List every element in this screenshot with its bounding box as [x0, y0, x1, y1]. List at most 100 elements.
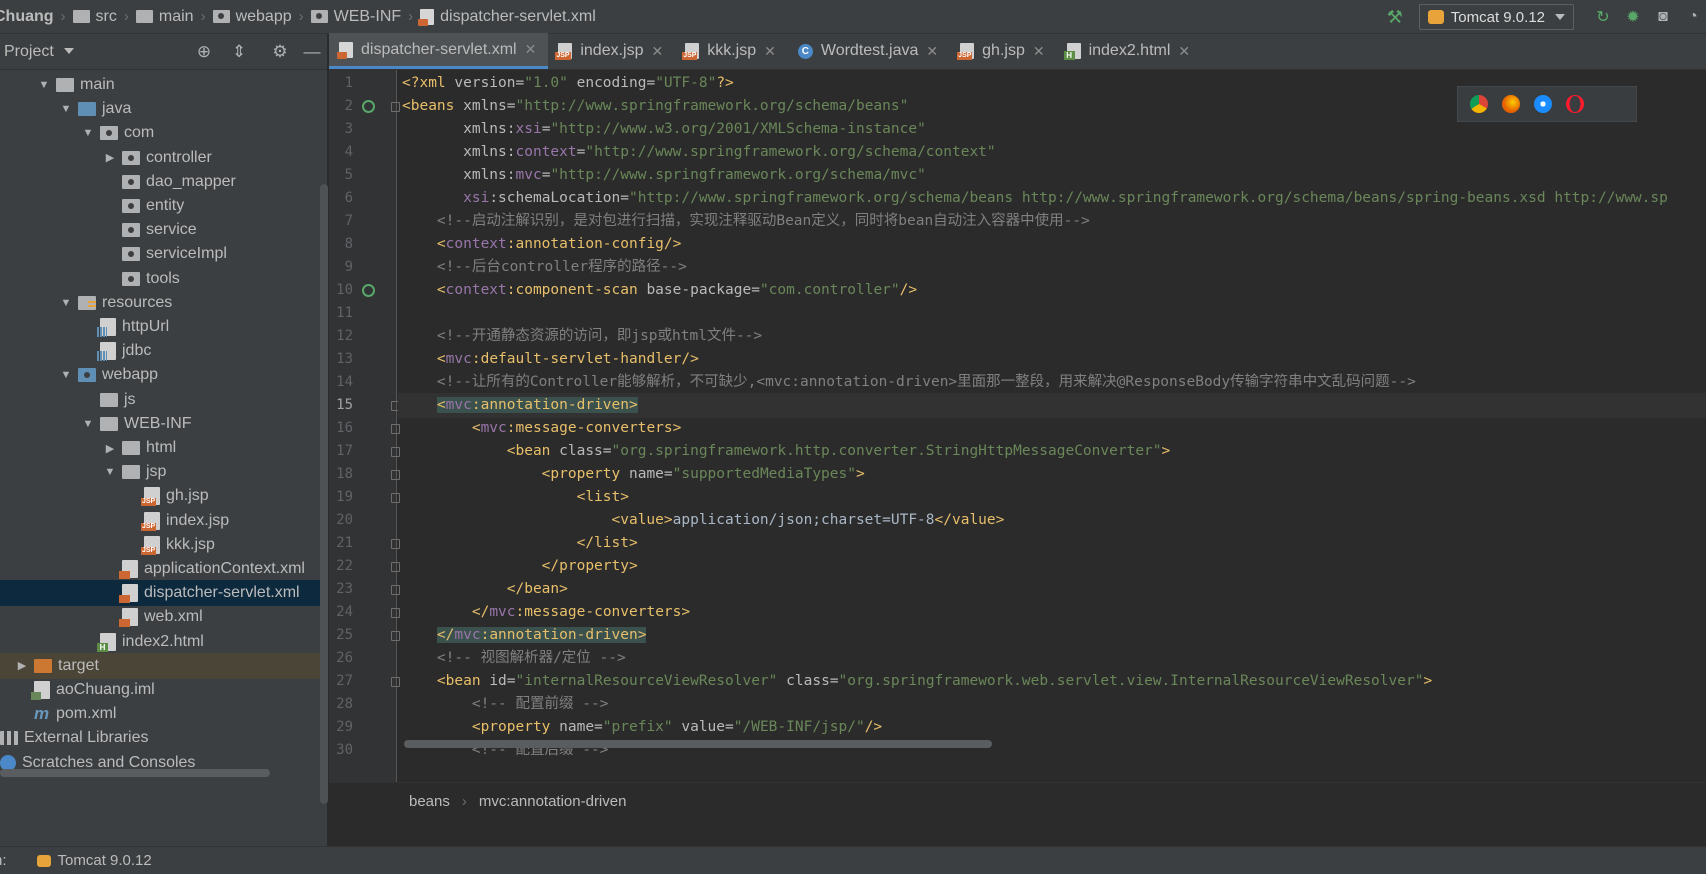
breadcrumb-item[interactable]: Chuang [0, 0, 54, 34]
tree-node-gh-jsp[interactable]: ▶gh.jsp [0, 483, 326, 509]
tree-node-web-xml[interactable]: ▶web.xml [0, 604, 326, 630]
close-icon[interactable]: ✕ [926, 43, 938, 60]
tab-wordtest-java[interactable]: C Wordtest.java ✕ [788, 33, 950, 69]
chevron-right-icon: › [408, 8, 414, 25]
tool-window-label: n: [0, 852, 7, 869]
close-icon[interactable]: ✕ [525, 41, 537, 58]
run-tab[interactable]: Tomcat 9.0.12 [36, 852, 152, 869]
tree-node-pom-xml[interactable]: ▶mpom.xml [0, 701, 326, 727]
opera-icon[interactable] [1566, 95, 1584, 113]
tree-node-html[interactable]: ▶ html [0, 435, 326, 461]
tree-node-label: applicationContext.xml [144, 560, 305, 577]
code-token: "1.0" [524, 75, 568, 91]
expand-arrow-right-icon[interactable]: ▶ [102, 151, 118, 164]
tree-node-index2-html[interactable]: ▶index2.html [0, 629, 326, 655]
tomcat-icon [1427, 10, 1444, 24]
close-icon[interactable]: ✕ [764, 43, 776, 60]
editor-breadcrumb-item[interactable]: mvc:annotation-driven [479, 793, 627, 810]
tree-node-main[interactable]: ▼ main [0, 72, 326, 98]
breadcrumb-item[interactable]: main [135, 0, 194, 34]
tree-node-httpurl[interactable]: ▶httpUrl [0, 314, 326, 340]
close-icon[interactable]: ✕ [652, 43, 664, 60]
tab-gh-jsp[interactable]: gh.jsp ✕ [950, 33, 1056, 69]
tree-node-java[interactable]: ▼ java [0, 96, 326, 122]
coverage-shield-icon[interactable]: ◙ [1650, 4, 1676, 30]
code-token: < [402, 351, 446, 367]
breadcrumb-item[interactable]: src [72, 0, 117, 34]
code-token: class= [559, 443, 612, 459]
expand-arrow-down-icon[interactable]: ▼ [36, 79, 52, 91]
debug-bug-icon[interactable]: ✹ [1620, 4, 1646, 30]
code-token: mvc [445, 397, 472, 413]
expand-arrow-down-icon[interactable]: ▼ [58, 297, 74, 309]
locate-target-icon[interactable]: ⊕ [192, 40, 216, 64]
expand-arrow-right-icon[interactable]: ▶ [14, 659, 30, 672]
tree-node-resources[interactable]: ▼ resources [0, 290, 326, 316]
breadcrumb-item[interactable]: WEB-INF [310, 0, 401, 34]
tree-node-serviceimpl[interactable]: ▶serviceImpl [0, 241, 326, 267]
line-number: 18 [336, 466, 353, 482]
tab-index-jsp[interactable]: index.jsp ✕ [548, 33, 675, 69]
expand-arrow-right-icon[interactable]: ▶ [102, 442, 118, 455]
expand-arrow-down-icon[interactable]: ▼ [80, 418, 96, 430]
code-token: mvc [445, 351, 472, 367]
run-configuration-dropdown[interactable]: Tomcat 9.0.12 [1418, 4, 1574, 30]
tree-node-jdbc[interactable]: ▶jdbc [0, 338, 326, 364]
tree-node-dao-mapper[interactable]: ▶dao_mapper [0, 169, 326, 195]
editor-horizontal-scrollbar[interactable] [404, 740, 992, 748]
line-number: 29 [336, 719, 353, 735]
hide-panel-icon[interactable]: — [300, 40, 324, 64]
expand-arrow-down-icon[interactable]: ▼ [102, 466, 118, 478]
tree-node-jsp[interactable]: ▼ jsp [0, 459, 326, 485]
ide-window: Chuang › src › main › webapp › WEB-INF › dispatche… [0, 0, 1706, 874]
tree-node-dispatcher-servlet-xml[interactable]: ▶dispatcher-servlet.xml [0, 580, 326, 607]
tree-node-applicationcontext-xml[interactable]: ▶applicationContext.xml [0, 556, 326, 582]
vertical-scrollbar[interactable] [320, 184, 328, 804]
tree-node-entity[interactable]: ▶entity [0, 193, 326, 219]
bean-gutter-icon[interactable] [362, 100, 375, 113]
tree-node-kkk-jsp[interactable]: ▶kkk.jsp [0, 532, 326, 558]
tree-node-com[interactable]: ▼ com [0, 120, 326, 146]
horizontal-scrollbar[interactable] [0, 769, 270, 777]
code-token: < [402, 282, 446, 298]
tree-node-web-inf[interactable]: ▼ WEB-INF [0, 411, 326, 437]
tree-node-index-jsp[interactable]: ▶index.jsp [0, 508, 326, 534]
tree-node-target[interactable]: ▶ target [0, 652, 326, 679]
tree-node-service[interactable]: ▶service [0, 217, 326, 243]
editor-breadcrumb-item[interactable]: beans [409, 793, 450, 810]
expand-arrow-down-icon[interactable]: ▼ [58, 103, 74, 115]
code-token: :annotation-config/> [506, 236, 682, 252]
run-configuration-label: Tomcat 9.0.12 [1450, 8, 1545, 26]
code-token: "UTF-8" [655, 75, 717, 91]
tree-node-webapp[interactable]: ▼ webapp [0, 362, 326, 388]
tab-dispatcher-servlet-xml[interactable]: dispatcher-servlet.xml ✕ [329, 33, 549, 69]
close-icon[interactable]: ✕ [1033, 43, 1045, 60]
tree-node-label: resources [102, 293, 173, 311]
close-icon[interactable]: ✕ [1178, 43, 1190, 60]
profile-icon[interactable]: ◔ [1680, 4, 1706, 30]
gear-icon[interactable]: ⚙ [268, 40, 292, 64]
breadcrumb-item[interactable]: webapp [212, 0, 292, 34]
tab-kkk-jsp[interactable]: kkk.jsp ✕ [675, 33, 788, 69]
code-view[interactable]: <?xml version="1.0" encoding="UTF-8"?> <b… [398, 70, 1706, 782]
tree-node-aochuang-iml[interactable]: ▶aoChuang.iml [0, 677, 326, 703]
code-token: "http://www.springframework.org/schema/b… [629, 190, 1668, 206]
tab-index2-html[interactable]: index2.html ✕ [1057, 33, 1203, 69]
project-view-selector[interactable]: Project [4, 43, 74, 61]
build-hammer-icon[interactable]: ⚒ [1383, 5, 1407, 29]
expand-arrow-down-icon[interactable]: ▼ [58, 369, 74, 381]
breadcrumb-item[interactable]: dispatcher-servlet.xml [418, 0, 596, 34]
code-token: version= [454, 75, 525, 91]
firefox-icon[interactable] [1502, 95, 1520, 113]
code-token: ?> [716, 75, 734, 91]
expand-arrow-down-icon[interactable]: ▼ [80, 127, 96, 139]
tree-node-controller[interactable]: ▶ controller [0, 145, 326, 171]
safari-icon[interactable] [1534, 95, 1552, 113]
tree-node-external-libraries[interactable]: ▶External Libraries [0, 725, 326, 751]
chrome-icon[interactable] [1470, 95, 1488, 113]
tree-node-tools[interactable]: ▶tools [0, 266, 326, 292]
scan-gutter-icon[interactable] [362, 284, 375, 297]
collapse-all-icon[interactable]: ⇕ [227, 40, 251, 64]
rerun-icon[interactable]: ↻ [1590, 4, 1616, 30]
tree-node-js[interactable]: ▶js [0, 387, 326, 413]
